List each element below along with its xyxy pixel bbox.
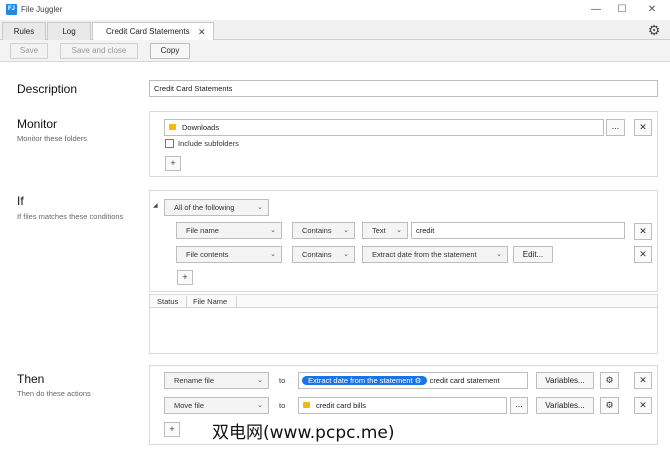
action-2-destination-text: credit card bills: [316, 401, 367, 410]
action-1-dropdown[interactable]: Rename file ⌄: [164, 372, 269, 389]
chevron-down-icon: ⌄: [343, 227, 349, 234]
action-2-destination-field[interactable]: credit card bills: [298, 397, 507, 414]
gear-icon[interactable]: ⚙: [600, 372, 619, 389]
condition-2-type: Extract date from the statement: [372, 250, 477, 259]
close-window-button[interactable]: ✕: [640, 2, 664, 18]
include-subfolders-checkbox[interactable]: [165, 139, 174, 148]
minimize-button[interactable]: —: [584, 2, 608, 18]
chevron-down-icon: ⌄: [257, 204, 263, 211]
title-bar: [0, 0, 670, 20]
action-2-remove-button[interactable]: ✕: [634, 397, 652, 414]
app-logo-icon: FJ: [6, 4, 17, 15]
condition-1-operator-dropdown[interactable]: Contains ⌄: [292, 222, 355, 239]
add-folder-button[interactable]: +: [165, 156, 181, 171]
gear-icon[interactable]: ⚙: [646, 22, 662, 38]
tab-close-icon[interactable]: ✕: [198, 27, 206, 38]
column-header-file-name[interactable]: File Name: [193, 297, 227, 306]
action-2-browse-button[interactable]: ...: [510, 397, 528, 414]
gear-icon[interactable]: ⚙: [600, 397, 619, 414]
condition-1-type-dropdown[interactable]: Text ⌄: [362, 222, 408, 239]
extract-date-token-label: Extract date from the statement: [308, 376, 413, 385]
action-2-variables-button[interactable]: Variables...: [536, 397, 594, 414]
tab-rules[interactable]: Rules: [2, 22, 46, 40]
condition-2-edit-button[interactable]: Edit...: [513, 246, 553, 263]
tab-credit-card-statements[interactable]: Credit Card Statements: [92, 22, 214, 41]
condition-2-field: File contents: [186, 250, 229, 259]
condition-mode-dropdown[interactable]: All of the following ⌄: [164, 199, 269, 216]
add-action-button[interactable]: +: [164, 422, 180, 437]
if-subheading: If files matches these conditions: [17, 212, 124, 221]
condition-2-type-dropdown[interactable]: Extract date from the statement ⌄: [362, 246, 508, 263]
condition-mode-value: All of the following: [174, 203, 235, 212]
extract-date-token[interactable]: Extract date from the statement ⚙: [302, 376, 428, 385]
action-2-value: Move file: [174, 401, 205, 410]
condition-2-operator: Contains: [302, 250, 332, 259]
monitor-heading: Monitor: [17, 117, 58, 131]
action-1-remove-button[interactable]: ✕: [634, 372, 652, 389]
condition-1-operator: Contains: [302, 226, 332, 235]
condition-1-type: Text: [372, 226, 386, 235]
action-1-to-label: to: [279, 376, 286, 385]
condition-1-remove-button[interactable]: ✕: [634, 223, 652, 240]
description-heading: Description: [17, 82, 78, 96]
save-button[interactable]: Save: [10, 43, 48, 59]
chevron-down-icon: ⌄: [257, 377, 263, 384]
column-divider: [186, 296, 187, 307]
monitor-subheading: Monitor these folders: [17, 134, 88, 143]
chevron-down-icon: ⌄: [257, 402, 263, 409]
gear-icon: ⚙: [414, 376, 422, 385]
condition-1-field: File name: [186, 226, 219, 235]
condition-2-remove-button[interactable]: ✕: [634, 246, 652, 263]
include-subfolders-label: Include subfolders: [178, 139, 239, 148]
description-input[interactable]: Credit Card Statements: [149, 80, 658, 97]
collapse-icon[interactable]: ◢: [153, 202, 158, 209]
action-1-rename-text: credit card statement: [429, 376, 500, 385]
monitor-browse-button[interactable]: ...: [606, 119, 625, 136]
tab-log[interactable]: Log: [47, 22, 91, 40]
column-divider: [236, 296, 237, 307]
monitor-folder-name: Downloads: [182, 123, 220, 132]
chevron-down-icon: ⌄: [270, 227, 276, 234]
action-1-variables-button[interactable]: Variables...: [536, 372, 594, 389]
chevron-down-icon: ⌄: [396, 227, 402, 234]
action-2-to-label: to: [279, 401, 286, 410]
folder-icon: [169, 124, 176, 131]
condition-1-value-input[interactable]: credit: [411, 222, 625, 239]
chevron-down-icon: ⌄: [270, 251, 276, 258]
maximize-button[interactable]: ☐: [610, 2, 634, 18]
save-and-close-button[interactable]: Save and close: [60, 43, 138, 59]
chevron-down-icon: ⌄: [343, 251, 349, 258]
condition-1-field-dropdown[interactable]: File name ⌄: [176, 222, 282, 239]
folder-icon: [303, 402, 310, 409]
chevron-down-icon: ⌄: [496, 251, 502, 258]
monitor-remove-button[interactable]: ✕: [634, 119, 652, 136]
condition-2-operator-dropdown[interactable]: Contains ⌄: [292, 246, 355, 263]
window-title: File Juggler: [21, 5, 63, 14]
add-condition-button[interactable]: +: [177, 270, 193, 285]
watermark-text: 双电网(www.pcpc.me): [212, 423, 395, 443]
then-subheading: Then do these actions: [17, 389, 91, 398]
then-heading: Then: [17, 372, 45, 386]
condition-2-field-dropdown[interactable]: File contents ⌄: [176, 246, 282, 263]
action-2-dropdown[interactable]: Move file ⌄: [164, 397, 269, 414]
action-1-value: Rename file: [174, 376, 215, 385]
action-1-rename-input[interactable]: Extract date from the statement ⚙ credit…: [298, 372, 528, 389]
if-heading: If: [17, 194, 24, 208]
monitor-folder-field[interactable]: Downloads: [164, 119, 604, 136]
column-header-status[interactable]: Status: [157, 297, 178, 306]
copy-button[interactable]: Copy: [150, 43, 190, 59]
